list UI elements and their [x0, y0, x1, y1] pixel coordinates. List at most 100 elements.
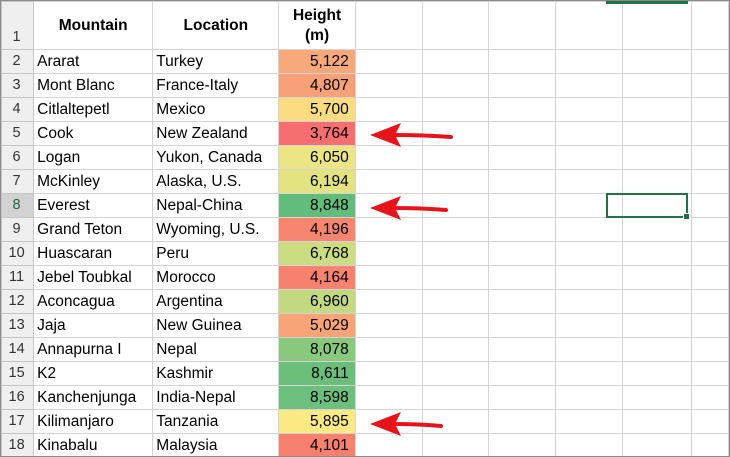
- empty-cell[interactable]: [555, 433, 624, 456]
- empty-cell[interactable]: [488, 145, 557, 170]
- cell-height[interactable]: 5,029: [278, 313, 356, 338]
- cell-height[interactable]: 5,122: [278, 49, 356, 74]
- empty-cell[interactable]: [622, 169, 692, 194]
- empty-cell[interactable]: [354, 169, 423, 194]
- empty-cell[interactable]: [421, 169, 490, 194]
- empty-cell[interactable]: [622, 337, 692, 362]
- cell-location[interactable]: Turkey: [152, 49, 280, 74]
- empty-cell[interactable]: [488, 409, 557, 434]
- empty-cell[interactable]: [488, 193, 557, 218]
- empty-cell[interactable]: [421, 217, 490, 242]
- empty-cell[interactable]: [488, 361, 557, 386]
- cell-height[interactable]: 8,611: [278, 361, 356, 386]
- cell-mountain[interactable]: Mont Blanc: [33, 73, 154, 98]
- empty-cell[interactable]: [690, 361, 729, 386]
- empty-cell[interactable]: [354, 337, 423, 362]
- cell-location[interactable]: New Zealand: [152, 121, 280, 146]
- empty-cell[interactable]: [622, 217, 692, 242]
- empty-cell[interactable]: [354, 49, 423, 74]
- cell-height[interactable]: 4,164: [278, 265, 356, 290]
- cell-height[interactable]: 5,895: [278, 409, 356, 434]
- empty-cell[interactable]: [488, 49, 557, 74]
- empty-cell[interactable]: [555, 313, 624, 338]
- empty-cell[interactable]: [622, 289, 692, 314]
- empty-cell[interactable]: [622, 73, 692, 98]
- cell-location[interactable]: Mexico: [152, 97, 280, 122]
- empty-cell[interactable]: [690, 337, 729, 362]
- empty-cell[interactable]: [488, 241, 557, 266]
- empty-cell[interactable]: [555, 169, 624, 194]
- cell-mountain[interactable]: Annapurna I: [33, 337, 154, 362]
- empty-cell[interactable]: [555, 145, 624, 170]
- cell-mountain[interactable]: Ararat: [33, 49, 154, 74]
- empty-cell[interactable]: [354, 121, 423, 146]
- empty-cell[interactable]: [488, 1, 557, 50]
- empty-cell[interactable]: [488, 121, 557, 146]
- empty-cell[interactable]: [690, 409, 729, 434]
- cell-mountain[interactable]: Cook: [33, 121, 154, 146]
- empty-cell[interactable]: [622, 409, 692, 434]
- cell-mountain[interactable]: Aconcagua: [33, 289, 154, 314]
- empty-cell[interactable]: [354, 241, 423, 266]
- row-number[interactable]: 14: [1, 337, 35, 362]
- row-number[interactable]: 10: [1, 241, 35, 266]
- empty-cell[interactable]: [690, 49, 729, 74]
- empty-cell[interactable]: [488, 265, 557, 290]
- empty-cell[interactable]: [690, 1, 729, 50]
- empty-cell[interactable]: [555, 49, 624, 74]
- empty-cell[interactable]: [421, 49, 490, 74]
- empty-cell[interactable]: [421, 409, 490, 434]
- row-number[interactable]: 7: [1, 169, 35, 194]
- cell-mountain[interactable]: McKinley: [33, 169, 154, 194]
- empty-cell[interactable]: [690, 145, 729, 170]
- empty-cell[interactable]: [690, 169, 729, 194]
- empty-cell[interactable]: [354, 265, 423, 290]
- row-number[interactable]: 8: [1, 193, 35, 218]
- empty-cell[interactable]: [690, 193, 729, 218]
- row-number[interactable]: 18: [1, 433, 35, 456]
- cell-mountain[interactable]: Citlaltepetl: [33, 97, 154, 122]
- empty-cell[interactable]: [622, 433, 692, 456]
- cell-location[interactable]: Tanzania: [152, 409, 280, 434]
- empty-cell[interactable]: [488, 217, 557, 242]
- cell-location[interactable]: India-Nepal: [152, 385, 280, 410]
- empty-cell[interactable]: [622, 145, 692, 170]
- empty-cell[interactable]: [555, 385, 624, 410]
- empty-cell[interactable]: [354, 361, 423, 386]
- row-number[interactable]: 13: [1, 313, 35, 338]
- cell-mountain[interactable]: Kilimanjaro: [33, 409, 154, 434]
- row-number[interactable]: 17: [1, 409, 35, 434]
- header-location[interactable]: Location: [152, 1, 280, 50]
- empty-cell[interactable]: [622, 313, 692, 338]
- empty-cell[interactable]: [622, 241, 692, 266]
- empty-cell[interactable]: [421, 289, 490, 314]
- empty-cell[interactable]: [421, 1, 490, 50]
- empty-cell[interactable]: [488, 289, 557, 314]
- cell-height[interactable]: 3,764: [278, 121, 356, 146]
- empty-cell[interactable]: [354, 409, 423, 434]
- empty-cell[interactable]: [488, 73, 557, 98]
- cell-location[interactable]: France-Italy: [152, 73, 280, 98]
- empty-cell[interactable]: [690, 265, 729, 290]
- empty-cell[interactable]: [622, 97, 692, 122]
- empty-cell[interactable]: [421, 337, 490, 362]
- empty-cell[interactable]: [690, 289, 729, 314]
- cell-height[interactable]: 6,768: [278, 241, 356, 266]
- cell-mountain[interactable]: Jebel Toubkal: [33, 265, 154, 290]
- header-height[interactable]: Height (m): [278, 1, 356, 50]
- empty-cell[interactable]: [354, 73, 423, 98]
- row-number[interactable]: 5: [1, 121, 35, 146]
- row-number[interactable]: 9: [1, 217, 35, 242]
- row-number[interactable]: 16: [1, 385, 35, 410]
- empty-cell[interactable]: [555, 409, 624, 434]
- empty-cell[interactable]: [555, 73, 624, 98]
- cell-mountain[interactable]: Everest: [33, 193, 154, 218]
- empty-cell[interactable]: [690, 313, 729, 338]
- empty-cell[interactable]: [488, 337, 557, 362]
- cell-location[interactable]: New Guinea: [152, 313, 280, 338]
- empty-cell[interactable]: [421, 97, 490, 122]
- empty-cell[interactable]: [354, 385, 423, 410]
- empty-cell[interactable]: [690, 121, 729, 146]
- empty-cell[interactable]: [421, 265, 490, 290]
- row-number[interactable]: 11: [1, 265, 35, 290]
